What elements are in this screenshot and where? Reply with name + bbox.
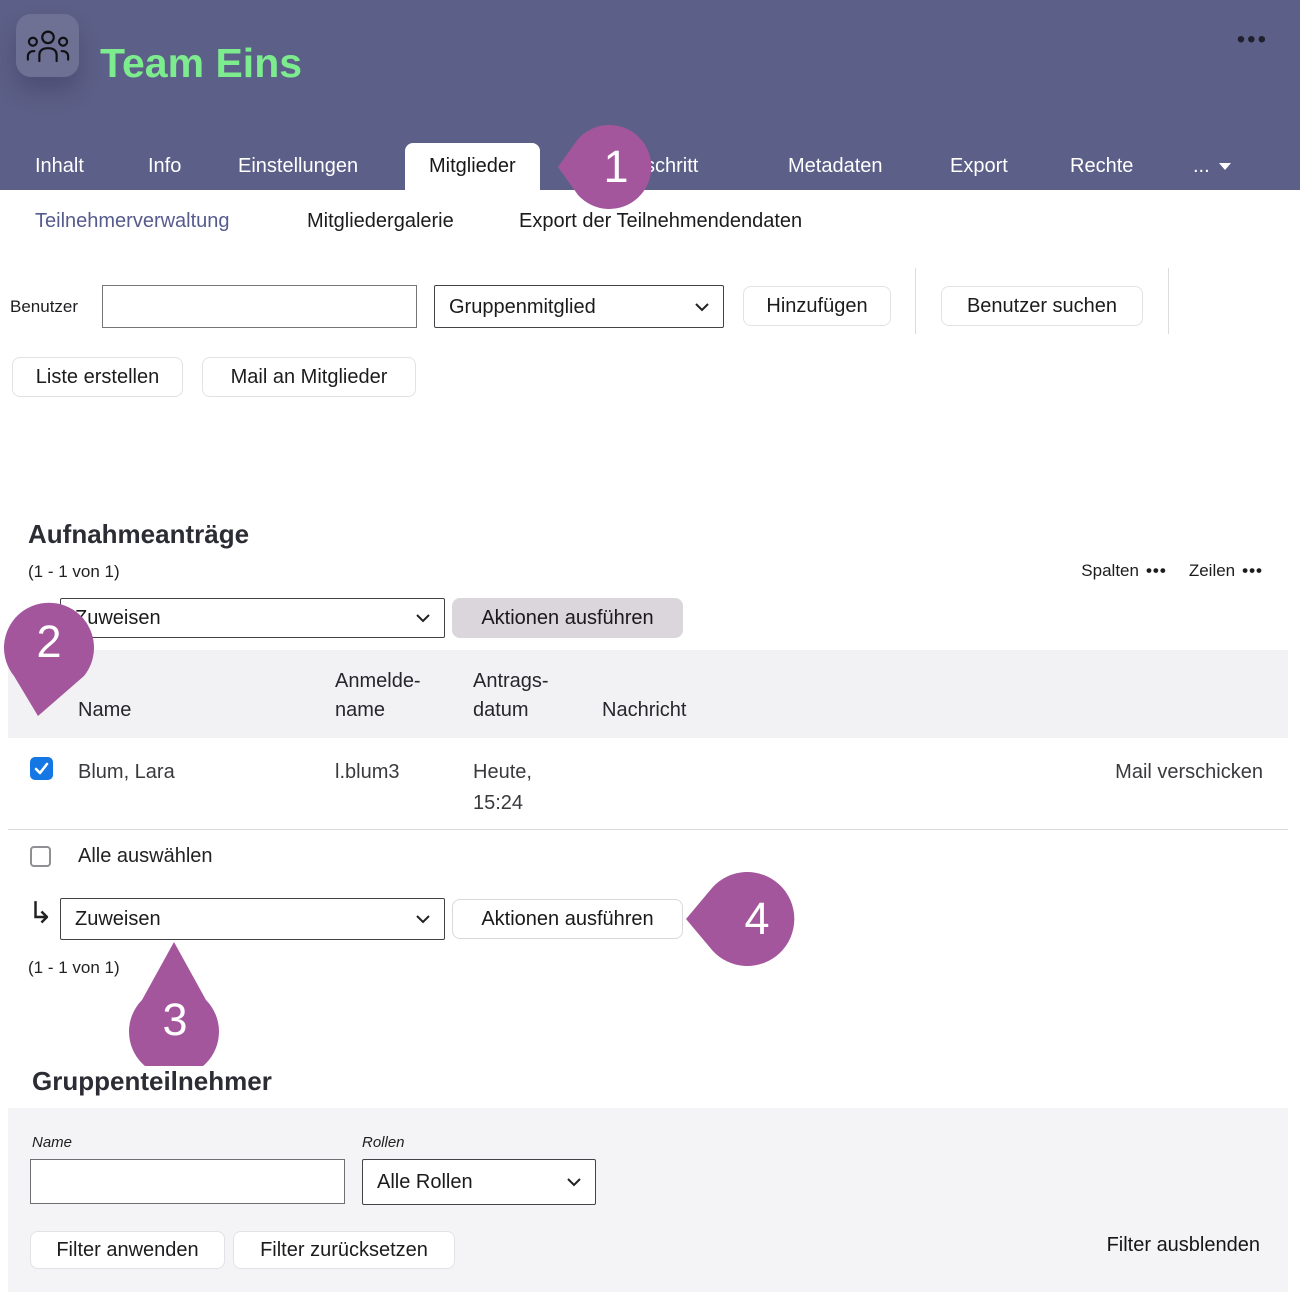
cell-date: Heute,15:24 — [473, 738, 602, 829]
table-menus: Spalten••• Zeilen••• — [1081, 561, 1263, 581]
execute-actions-button-top[interactable]: Aktionen ausführen — [452, 598, 683, 638]
sub-arrow-icon: ↳ — [28, 896, 53, 931]
divider — [1168, 268, 1169, 334]
role-select-wrap: Gruppenmitglied — [434, 285, 724, 328]
tab-inhalt[interactable]: Inhalt — [35, 143, 84, 190]
callout-marker-4: 4 — [684, 870, 806, 968]
filter-name-input[interactable] — [30, 1159, 345, 1204]
hinzufuegen-button[interactable]: Hinzufügen — [743, 286, 891, 326]
filter-zuruecksetzen-button[interactable]: Filter zurücksetzen — [233, 1231, 455, 1269]
mail-an-mitglieder-button[interactable]: Mail an Mitglieder — [202, 357, 416, 397]
tab-metadaten[interactable]: Metadaten — [788, 143, 883, 190]
action-select-bottom[interactable]: Zuweisen — [60, 898, 445, 940]
filter-rollen-label: Rollen — [362, 1134, 405, 1151]
requests-count-bottom: (1 - 1 von 1) — [28, 958, 120, 978]
tab-rechte[interactable]: Rechte — [1070, 143, 1133, 190]
benutzer-input[interactable] — [102, 285, 417, 328]
cell-login: l.blum3 — [335, 738, 473, 829]
requests-count: (1 - 1 von 1) — [28, 562, 120, 582]
select-all-checkbox[interactable] — [30, 846, 51, 867]
liste-erstellen-button[interactable]: Liste erstellen — [12, 357, 183, 397]
action-select-bottom-wrap: Zuweisen — [60, 898, 445, 940]
ellipsis-icon: ••• — [1242, 561, 1263, 580]
select-all-row: Alle auswählen — [30, 845, 213, 868]
header-antragsdatum: Antrags-datum — [473, 667, 602, 738]
header-name: Name — [78, 696, 335, 738]
tab-info[interactable]: Info — [148, 143, 181, 190]
group-page: Team Eins ••• Inhalt Info Einstellungen … — [0, 0, 1300, 1300]
divider — [915, 268, 916, 334]
callout-marker-3: 3 — [128, 940, 222, 1066]
cell-name: Blum, Lara — [78, 738, 335, 829]
filter-anwenden-button[interactable]: Filter anwenden — [30, 1231, 225, 1269]
role-select[interactable]: Gruppenmitglied — [434, 285, 724, 328]
tab-mitglieder-active[interactable]: Mitglieder — [405, 143, 540, 190]
callout-marker-2: 2 — [2, 596, 96, 718]
check-icon — [34, 762, 49, 775]
ellipsis-icon: ••• — [1146, 561, 1167, 580]
subnav-export-teilnehmendendaten[interactable]: Export der Teilnehmendendaten — [519, 210, 802, 233]
chevron-down-icon — [1219, 163, 1231, 170]
subnav-teilnehmerverwaltung[interactable]: Teilnehmerverwaltung — [35, 210, 230, 233]
tab-fortschritt-partial[interactable]: schritt — [645, 143, 698, 190]
requests-table-header: Name Anmelde-name Antrags-datum Nachrich… — [8, 650, 1288, 738]
participants-section-title: Gruppenteilnehmer — [32, 1066, 272, 1097]
header-checkbox-col — [8, 725, 78, 738]
tab-more[interactable]: ... — [1193, 143, 1231, 190]
callout-marker-1: 1 — [556, 122, 652, 212]
filter-name-label: Name — [32, 1134, 72, 1151]
group-people-icon — [25, 27, 71, 65]
tab-einstellungen[interactable]: Einstellungen — [238, 143, 358, 190]
mail-verschicken-action[interactable]: Mail verschicken — [822, 738, 1288, 829]
row-checkbox[interactable] — [30, 757, 53, 780]
rows-menu[interactable]: Zeilen••• — [1189, 561, 1263, 580]
rollen-select-wrap: Alle Rollen — [362, 1159, 596, 1205]
rollen-select[interactable]: Alle Rollen — [362, 1159, 596, 1205]
requests-section-title: Aufnahmeanträge — [28, 519, 249, 550]
action-select-top[interactable]: Zuweisen — [60, 598, 445, 638]
filter-ausblenden-link[interactable]: Filter ausblenden — [1107, 1234, 1260, 1257]
tab-export[interactable]: Export — [950, 143, 1008, 190]
page-title: Team Eins — [100, 40, 302, 87]
request-table-row: Blum, Lara l.blum3 Heute,15:24 Mail vers… — [8, 738, 1288, 830]
benutzer-label: Benutzer — [10, 297, 78, 317]
benutzer-suchen-button[interactable]: Benutzer suchen — [941, 286, 1143, 326]
columns-menu[interactable]: Spalten••• — [1081, 561, 1167, 580]
header-nachricht: Nachricht — [602, 696, 822, 738]
subnav-mitgliedergalerie[interactable]: Mitgliedergalerie — [307, 210, 454, 233]
select-all-label: Alle auswählen — [78, 845, 213, 868]
execute-actions-button-bottom[interactable]: Aktionen ausführen — [452, 899, 683, 939]
group-avatar — [16, 14, 79, 77]
action-select-top-wrap: Zuweisen — [60, 598, 445, 638]
cell-message — [602, 738, 822, 829]
kebab-menu-icon[interactable]: ••• — [1237, 26, 1268, 54]
header-anmeldename: Anmelde-name — [335, 667, 473, 738]
